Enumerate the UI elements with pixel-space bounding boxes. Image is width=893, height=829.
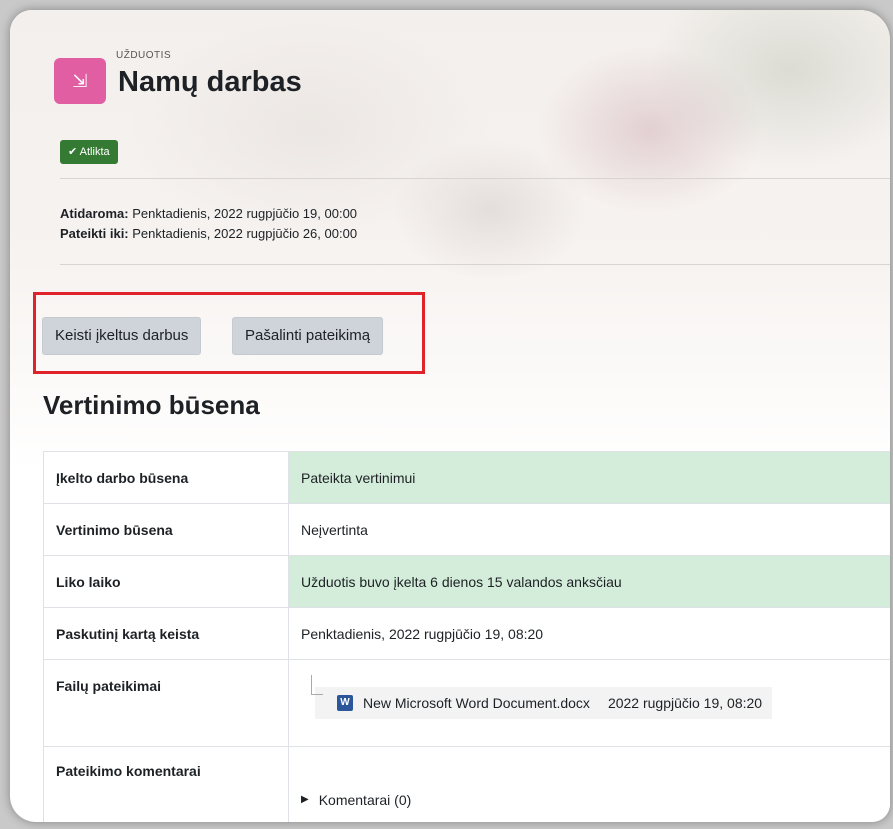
file-link[interactable]: New Microsoft Word Document.docx — [363, 695, 590, 711]
row-value: Neįvertinta — [288, 503, 890, 556]
due-value: Penktadienis, 2022 rugpjūčio 26, 00:00 — [132, 226, 358, 241]
submission-status-title: Vertinimo būsena — [43, 390, 260, 420]
row-value: Pateikta vertinimui — [288, 451, 890, 504]
table-row: Failų pateikimai W New Microsoft Word Do… — [43, 659, 890, 747]
row-label: Paskutinį kartą keista — [43, 607, 289, 660]
due-date-row: Pateikti iki: Penktadienis, 2022 rugpjūč… — [60, 224, 357, 244]
row-label: Liko laiko — [43, 555, 289, 608]
comments-label: Komentarai (0) — [318, 791, 412, 808]
module-kind-label: UŽDUOTIS — [116, 50, 172, 61]
activity-dates: Atidaroma: Penktadienis, 2022 rugpjūčio … — [60, 204, 357, 244]
table-row: Vertinimo būsena Neįvertinta — [43, 503, 890, 556]
row-label: Failų pateikimai — [43, 659, 289, 747]
due-label: Pateikti iki: — [60, 226, 129, 241]
row-value: W New Microsoft Word Document.docx 2022 … — [288, 659, 890, 747]
comments-toggle[interactable]: ▶ Komentarai (0) — [301, 776, 890, 808]
table-row: Pateikimo komentarai ▶ Komentarai (0) — [43, 746, 890, 822]
opened-value: Penktadienis, 2022 rugpjūčio 19, 00:00 — [132, 206, 358, 221]
row-value: Penktadienis, 2022 rugpjūčio 19, 08:20 — [288, 607, 890, 660]
completion-badge: ✔ Atlikta — [60, 140, 118, 164]
file-submission: W New Microsoft Word Document.docx 2022 … — [301, 675, 890, 719]
edit-submission-button[interactable]: Keisti įkeltus darbus — [42, 317, 202, 355]
divider — [60, 264, 890, 265]
row-label: Įkelto darbo būsena — [43, 451, 289, 504]
row-value: ▶ Komentarai (0) — [288, 746, 890, 822]
page-frame: ⇲ UŽDUOTIS Namų darbas ✔ Atlikta Atidaro… — [10, 10, 890, 822]
remove-submission-button[interactable]: Pašalinti pateikimą — [232, 317, 384, 355]
caret-right-icon: ▶ — [301, 794, 309, 805]
tree-connector — [311, 675, 323, 695]
table-row: Paskutinį kartą keista Penktadienis, 202… — [43, 607, 890, 660]
table-row: Įkelto darbo būsena Pateikta vertinimui — [43, 451, 890, 504]
row-value: Užduotis buvo įkelta 6 dienos 15 valando… — [288, 555, 890, 608]
table-row: Liko laiko Užduotis buvo įkelta 6 dienos… — [43, 555, 890, 608]
page-title: Namų darbas — [118, 66, 302, 98]
opened-date-row: Atidaroma: Penktadienis, 2022 rugpjūčio … — [60, 204, 357, 224]
word-document-icon: W — [337, 695, 353, 711]
divider — [60, 178, 890, 179]
file-entry: W New Microsoft Word Document.docx 2022 … — [315, 687, 773, 719]
row-label: Vertinimo būsena — [43, 503, 289, 556]
row-label: Pateikimo komentarai — [43, 746, 289, 822]
file-date: 2022 rugpjūčio 19, 08:20 — [607, 695, 763, 711]
assignment-icon: ⇲ — [54, 58, 106, 104]
opened-label: Atidaroma: — [60, 206, 129, 221]
submission-status-table: Įkelto darbo būsena Pateikta vertinimui … — [43, 451, 890, 822]
